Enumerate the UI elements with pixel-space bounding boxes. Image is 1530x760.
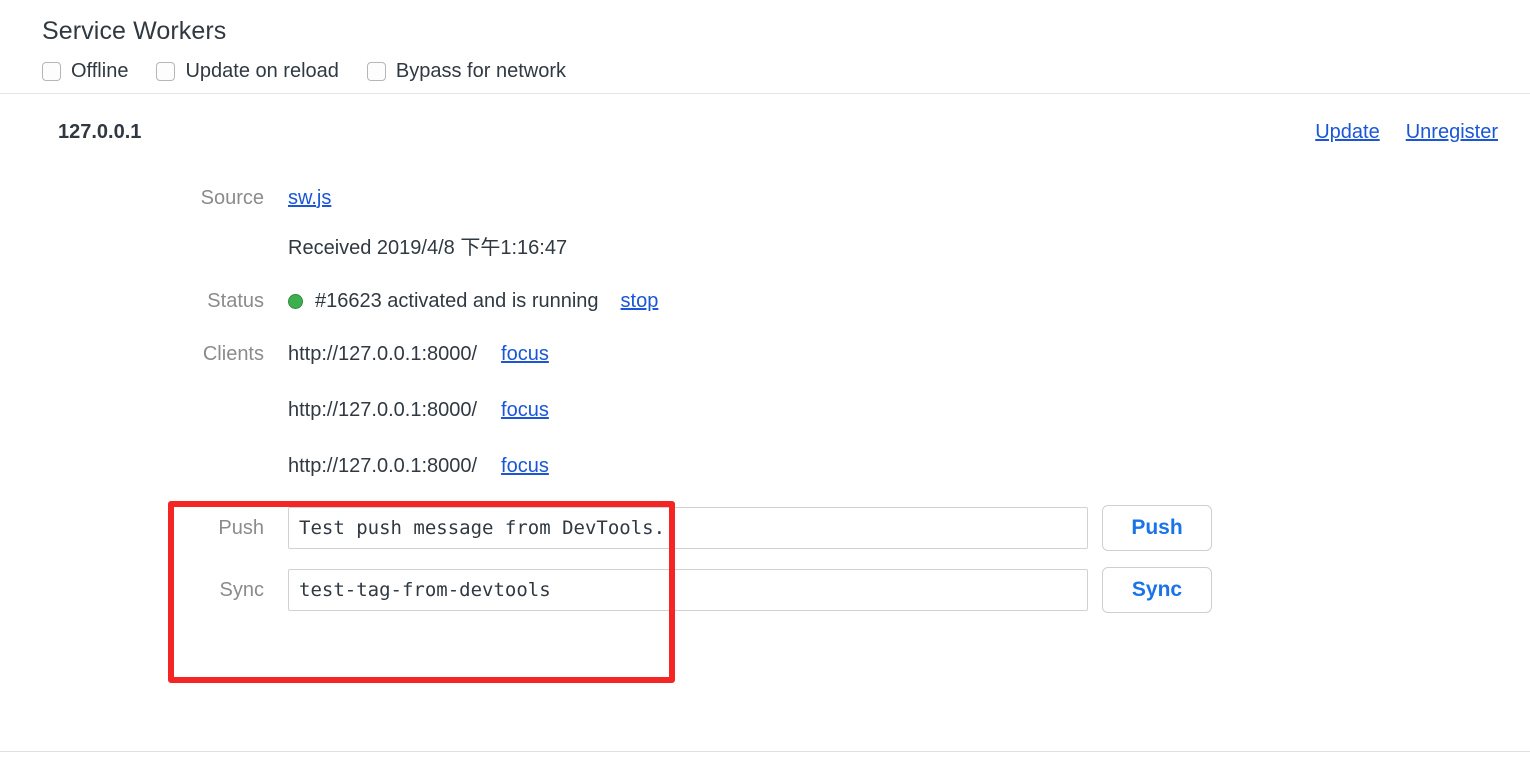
checkbox-offline[interactable]: Offline xyxy=(42,61,128,81)
sync-button[interactable]: Sync xyxy=(1102,567,1212,613)
checkbox-update-on-reload[interactable]: Update on reload xyxy=(156,60,339,82)
registration-actions: Update Unregister xyxy=(1315,120,1498,144)
checkbox-bypass-for-network[interactable]: Bypass for network xyxy=(366,60,566,82)
registration-fields: Source sw.js Received 2019/4/8 下午1:16:47… xyxy=(0,176,1530,618)
push-label: Push xyxy=(218,516,264,539)
client-value: http://127.0.0.1:8000/ focus xyxy=(288,398,549,422)
clients-label: Clients xyxy=(202,343,264,365)
push-button[interactable]: Push xyxy=(1102,505,1212,551)
row-sync: Sync Sync xyxy=(0,562,1530,618)
client-value: http://127.0.0.1:8000/ focus xyxy=(288,454,549,478)
source-file-link[interactable]: sw.js xyxy=(288,186,331,210)
service-worker-options-toolbar: Offline Update on reload Bypass for netw… xyxy=(42,59,1530,83)
client-focus-link[interactable]: focus xyxy=(501,454,549,478)
checkbox-update-on-reload-label: Update on reload xyxy=(185,60,339,82)
checkbox-bypass-for-network-label: Bypass for network xyxy=(395,60,566,82)
client-url: http://127.0.0.1:8000/ xyxy=(288,399,478,421)
row-push: Push Push xyxy=(0,500,1530,556)
row-received: Received 2019/4/8 下午1:16:47 xyxy=(0,220,1530,276)
sync-label: Sync xyxy=(219,578,264,601)
unregister-link[interactable]: Unregister xyxy=(1406,120,1498,144)
row-status: Status #16623 activated and is running s… xyxy=(0,276,1530,326)
client-row: http://127.0.0.1:8000/ focus xyxy=(0,438,1530,494)
service-worker-registration: 127.0.0.1 Update Unregister Source sw.js… xyxy=(0,94,1530,683)
registration-header: 127.0.0.1 Update Unregister xyxy=(0,120,1530,150)
page-title: Service Workers xyxy=(42,17,227,45)
received-value: Received 2019/4/8 下午1:16:47 xyxy=(288,237,568,259)
source-value: sw.js xyxy=(288,186,331,210)
client-row: Clients http://127.0.0.1:8000/ focus xyxy=(0,326,1530,382)
client-value: http://127.0.0.1:8000/ focus xyxy=(288,342,549,366)
push-input[interactable] xyxy=(288,507,1088,549)
row-source: Source sw.js xyxy=(0,176,1530,220)
checkbox-offline-label: Offline xyxy=(71,60,129,82)
registration-origin: 127.0.0.1 xyxy=(58,121,142,143)
checkbox-bypass-for-network-box[interactable] xyxy=(366,61,386,81)
clients-section: Clients http://127.0.0.1:8000/ focus htt… xyxy=(0,326,1530,494)
checkbox-offline-box[interactable] xyxy=(42,61,61,81)
source-label: Source xyxy=(200,187,264,209)
status-value: #16623 activated and is running stop xyxy=(288,289,658,313)
status-indicator-icon xyxy=(288,293,303,309)
client-focus-link[interactable]: focus xyxy=(501,342,549,366)
stop-link[interactable]: stop xyxy=(621,289,659,313)
footer-divider xyxy=(0,751,1530,752)
client-url: http://127.0.0.1:8000/ xyxy=(288,455,478,477)
client-focus-link[interactable]: focus xyxy=(501,398,549,422)
update-link[interactable]: Update xyxy=(1315,120,1380,144)
status-text: #16623 activated and is running xyxy=(315,290,599,312)
sync-input[interactable] xyxy=(288,569,1088,611)
status-label: Status xyxy=(207,290,264,312)
service-workers-panel-header: Service Workers Offline Update on reload… xyxy=(0,0,1530,93)
checkbox-update-on-reload-box[interactable] xyxy=(156,61,176,81)
client-url: http://127.0.0.1:8000/ xyxy=(288,343,478,365)
client-row: http://127.0.0.1:8000/ focus xyxy=(0,382,1530,438)
